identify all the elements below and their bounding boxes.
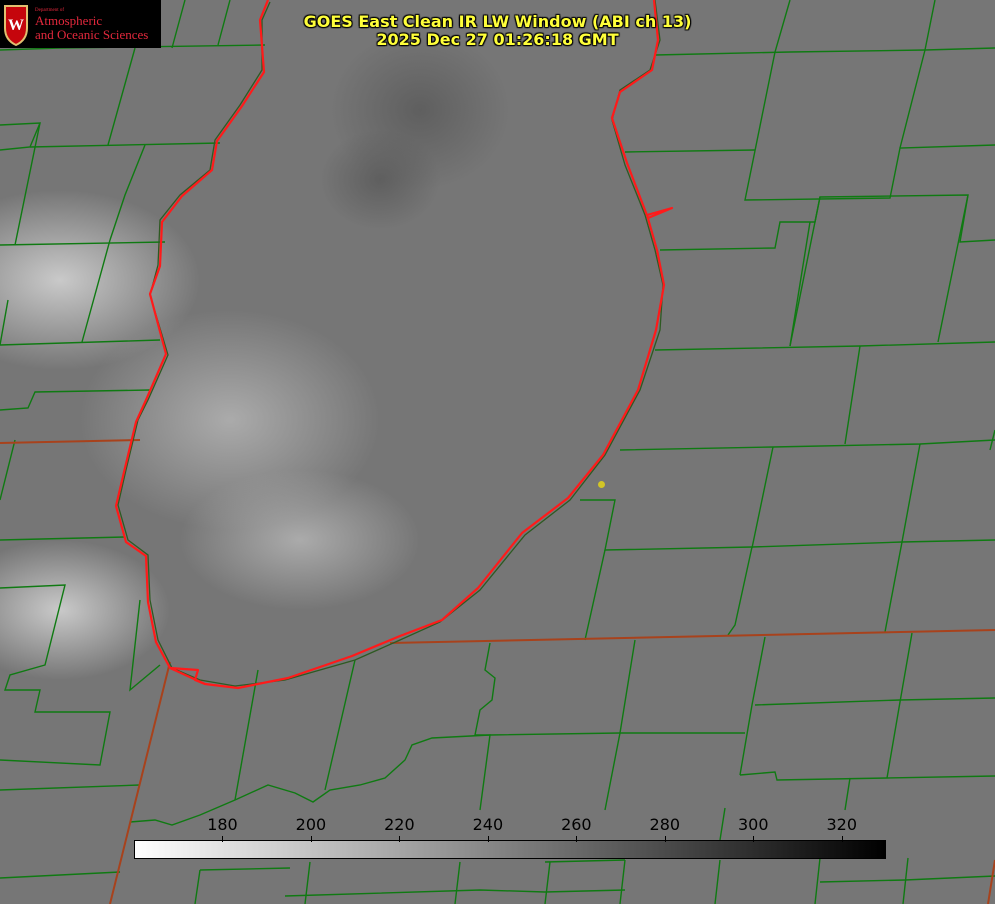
station-marker — [598, 481, 605, 488]
image-title: GOES East Clean IR LW Window (ABI ch 13) — [303, 12, 692, 31]
satellite-imagery-map — [0, 0, 995, 904]
image-timestamp: 2025 Dec 27 01:26:18 GMT — [376, 30, 619, 49]
cloud-imagery-layer — [0, 30, 510, 680]
temperature-colorbar — [134, 840, 886, 859]
satellite-map-view: W Department of Atmospheric and Oceanic … — [0, 0, 995, 904]
